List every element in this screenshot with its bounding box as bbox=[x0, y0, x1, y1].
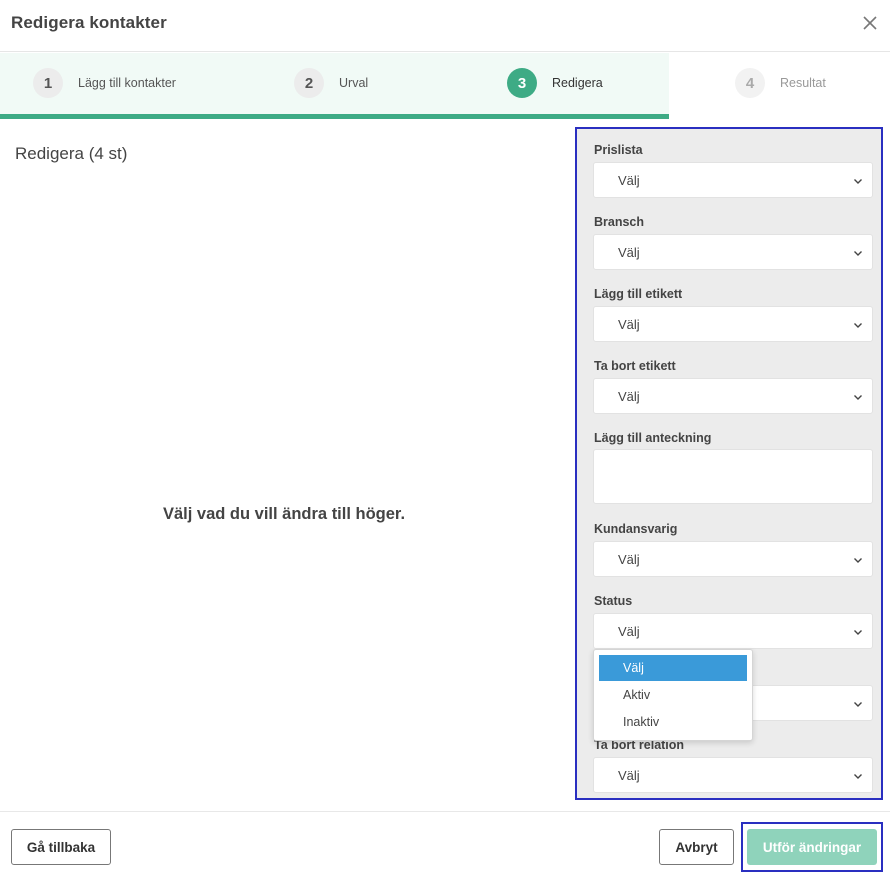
pricelist-label: Prislista bbox=[594, 143, 643, 157]
remove-tag-label: Ta bort etikett bbox=[594, 359, 676, 373]
status-option-aktiv[interactable]: Aktiv bbox=[599, 682, 747, 708]
account-manager-select[interactable]: Välj bbox=[593, 541, 873, 577]
step-label: Lägg till kontakter bbox=[78, 76, 176, 90]
step-number: 1 bbox=[33, 68, 63, 98]
account-manager-label: Kundansvarig bbox=[594, 522, 678, 536]
step-label: Redigera bbox=[552, 76, 603, 90]
step-selection: 2 Urval bbox=[294, 67, 368, 99]
add-note-label: Lägg till anteckning bbox=[594, 431, 712, 445]
status-dropdown-menu: Välj Aktiv Inaktiv bbox=[593, 649, 753, 741]
step-add-contacts: 1 Lägg till kontakter bbox=[33, 67, 176, 99]
edit-section-title: Redigera (4 st) bbox=[15, 144, 128, 163]
steps-progress-bar bbox=[0, 114, 669, 119]
submit-button-highlight: Utför ändringar bbox=[741, 822, 883, 872]
modal-footer: Gå tillbaka Avbryt Utför ändringar bbox=[0, 811, 890, 878]
chevron-down-icon bbox=[854, 251, 862, 256]
chevron-down-icon bbox=[854, 323, 862, 328]
step-label: Urval bbox=[339, 76, 369, 90]
step-edit: 3 Redigera bbox=[507, 67, 603, 99]
chevron-down-icon bbox=[854, 558, 862, 563]
add-tag-label: Lägg till etikett bbox=[594, 287, 683, 301]
remove-relation-select[interactable]: Välj bbox=[593, 757, 873, 793]
remove-tag-select-value: Välj bbox=[618, 389, 640, 404]
chevron-down-icon bbox=[854, 774, 862, 779]
pricelist-select-value: Välj bbox=[618, 173, 640, 188]
industry-label: Bransch bbox=[594, 215, 645, 229]
chevron-down-icon bbox=[854, 630, 862, 635]
step-number: 4 bbox=[735, 68, 765, 98]
step-number: 3 bbox=[507, 68, 537, 98]
chevron-down-icon bbox=[854, 702, 862, 707]
edit-hint-text: Välj vad du vill ändra till höger. bbox=[162, 505, 406, 523]
modal-header: Redigera kontakter bbox=[0, 0, 890, 52]
account-manager-select-value: Välj bbox=[618, 552, 640, 567]
step-label: Resultat bbox=[780, 76, 826, 90]
status-label: Status bbox=[594, 594, 633, 608]
remove-relation-select-value: Välj bbox=[618, 768, 640, 783]
close-icon[interactable] bbox=[861, 14, 879, 32]
add-tag-select[interactable]: Välj bbox=[593, 306, 873, 342]
industry-select[interactable]: Välj bbox=[593, 234, 873, 270]
add-note-textarea[interactable] bbox=[593, 449, 873, 504]
wizard-steps: 1 Lägg till kontakter 2 Urval 3 Redigera… bbox=[0, 53, 890, 119]
chevron-down-icon bbox=[854, 179, 862, 184]
industry-select-value: Välj bbox=[618, 245, 640, 260]
status-option-valj[interactable]: Välj bbox=[599, 655, 747, 681]
step-number: 2 bbox=[294, 68, 324, 98]
status-select-value: Välj bbox=[618, 624, 640, 639]
chevron-down-icon bbox=[854, 395, 862, 400]
status-option-inaktiv[interactable]: Inaktiv bbox=[599, 709, 747, 735]
remove-tag-select[interactable]: Välj bbox=[593, 378, 873, 414]
pricelist-select[interactable]: Välj bbox=[593, 162, 873, 198]
status-select[interactable]: Välj bbox=[593, 613, 873, 649]
step-result: 4 Resultat bbox=[735, 67, 826, 99]
back-button[interactable]: Gå tillbaka bbox=[11, 829, 111, 865]
modal-title: Redigera kontakter bbox=[11, 13, 167, 32]
add-tag-select-value: Välj bbox=[618, 317, 640, 332]
cancel-button[interactable]: Avbryt bbox=[659, 829, 734, 865]
apply-changes-button[interactable]: Utför ändringar bbox=[747, 829, 877, 865]
